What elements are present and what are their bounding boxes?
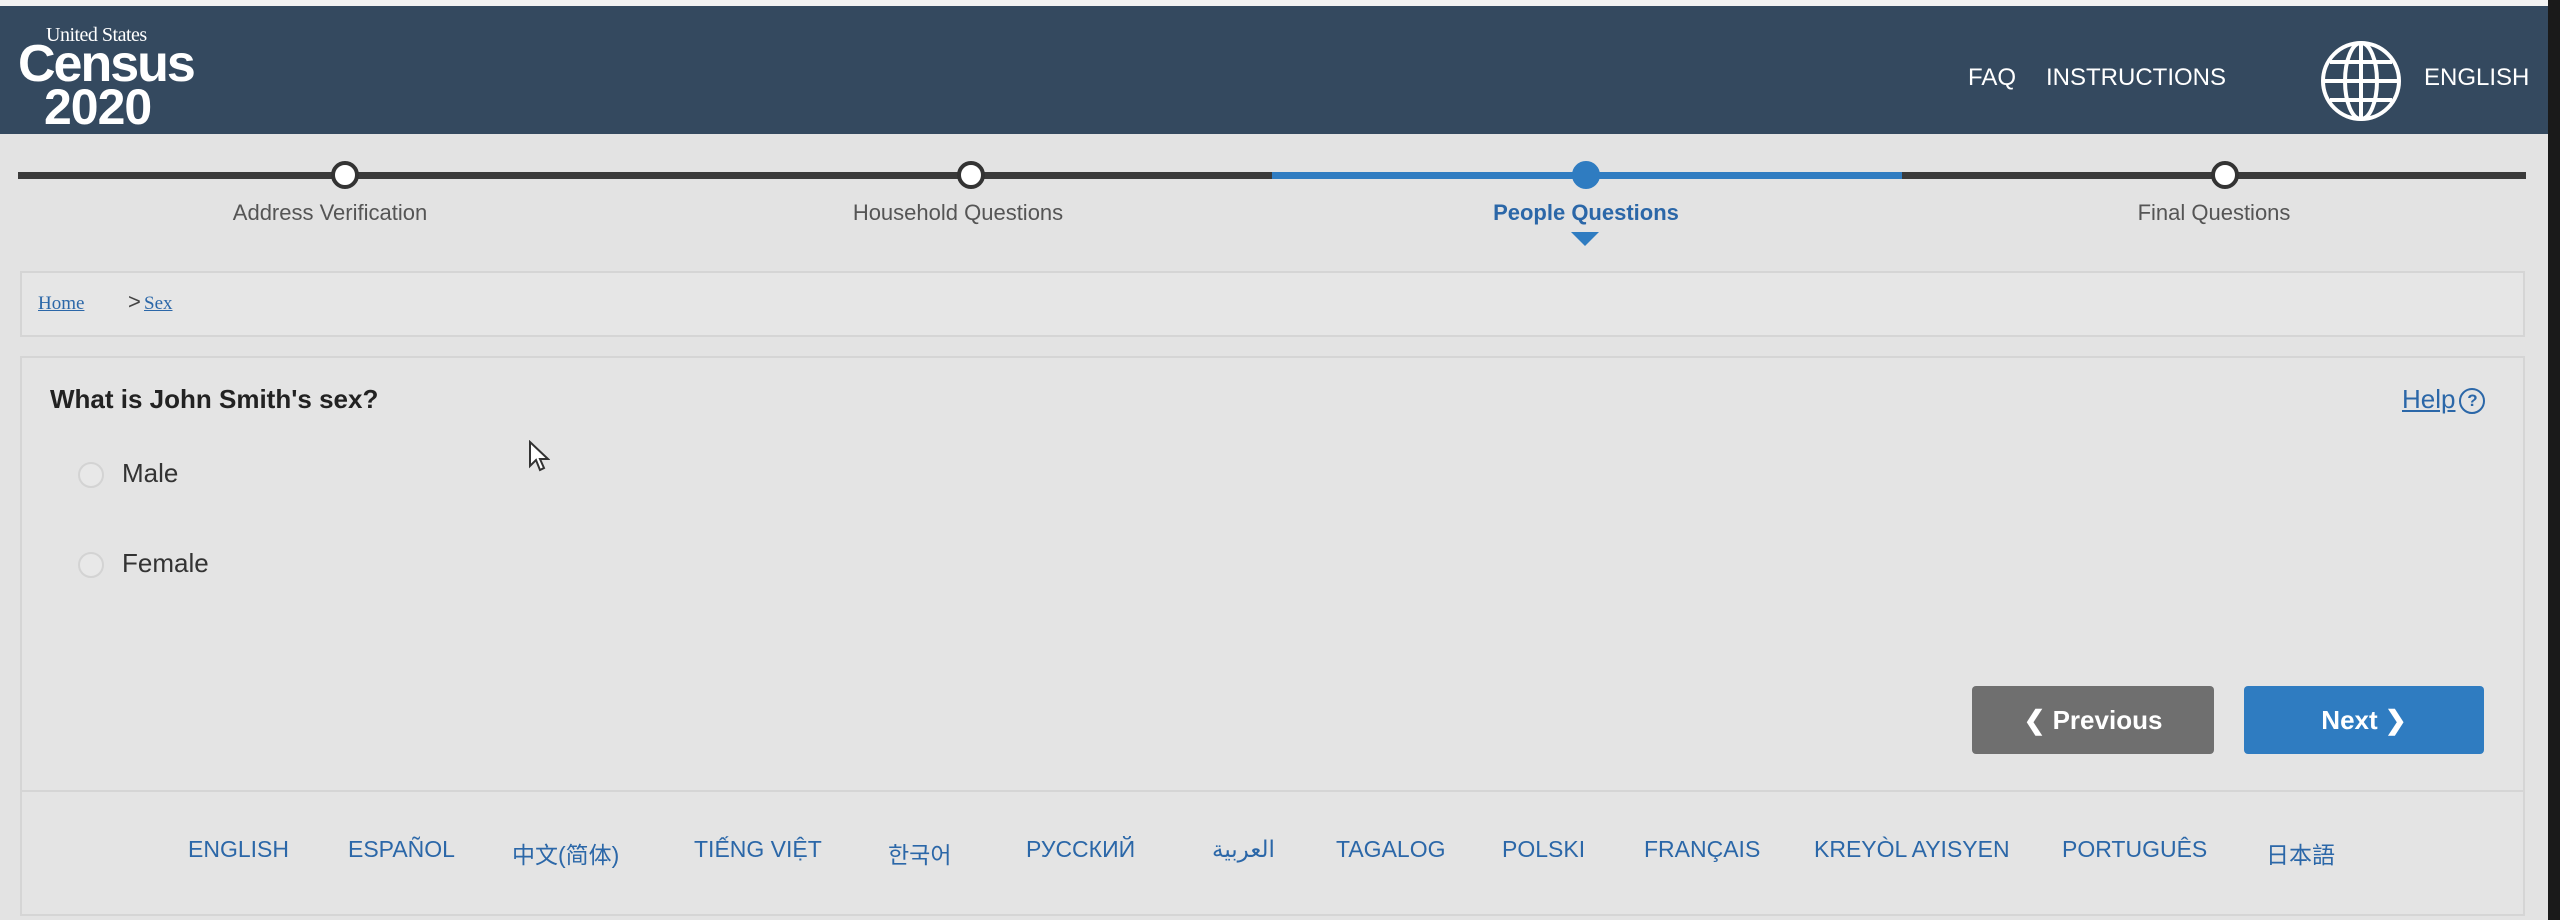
breadcrumb-current-link[interactable]: Sex (144, 293, 173, 314)
help-question-icon: ? (2459, 388, 2486, 414)
next-label: Next (2321, 704, 2378, 735)
language-link[interactable]: 中文(简体) (512, 836, 619, 870)
help-link[interactable]: Help? (2402, 384, 2486, 415)
radio-male[interactable] (78, 462, 104, 489)
option-female-label: Female (122, 548, 209, 578)
next-button[interactable]: Next ❯ (2244, 686, 2484, 754)
footer-divider (22, 790, 2523, 792)
language-list: ENGLISH ESPAÑOL 中文(简体) TIẾNG VIỆT 한국어 РУ… (22, 836, 2523, 876)
help-label: Help (2402, 384, 2456, 414)
language-link[interactable]: РУССКИЙ (1026, 836, 1135, 863)
language-link[interactable]: 한국어 (888, 836, 951, 870)
language-toggle[interactable]: ENGLISH (2424, 64, 2529, 92)
language-link[interactable]: TIẾNG VIỆT (694, 836, 822, 863)
language-link[interactable]: العربية (1212, 836, 1275, 863)
instructions-link[interactable]: INSTRUCTIONS (2046, 64, 2226, 92)
question-title: What is John Smith's sex? (50, 384, 379, 414)
language-link[interactable]: ESPAÑOL (348, 836, 455, 863)
language-link[interactable]: 日本語 (2266, 836, 2335, 870)
option-female[interactable]: Female (78, 548, 209, 579)
previous-label: Previous (2052, 704, 2163, 735)
previous-button[interactable]: ❮ Previous (1972, 686, 2214, 754)
chevron-right-icon: ❯ (2384, 704, 2407, 735)
option-male-label: Male (122, 458, 179, 488)
current-step-caret-icon (1571, 232, 1599, 246)
logo-line-3: 2020 (44, 79, 152, 135)
step-label-address: Address Verification (232, 200, 428, 225)
option-male[interactable]: Male (78, 458, 178, 489)
globe-icon[interactable] (2318, 38, 2404, 124)
language-link[interactable]: POLSKI (1502, 836, 1585, 863)
step-dot-household (957, 161, 985, 189)
question-panel: What is John Smith's sex? Help? Male Fem… (20, 356, 2525, 916)
breadcrumb-home-link[interactable]: Home (38, 293, 84, 314)
step-label-final: Final Questions (2137, 200, 2291, 225)
language-link[interactable]: TAGALOG (1336, 836, 1446, 863)
faq-link[interactable]: FAQ (1968, 64, 2016, 92)
census-logo[interactable]: United States Census 2020 (18, 24, 196, 132)
site-header: United States Census 2020 FAQ INSTRUCTIO… (0, 6, 2548, 134)
language-link[interactable]: KREYÒL AYISYEN (1814, 836, 2010, 863)
step-dot-address (331, 161, 359, 189)
radio-female[interactable] (78, 552, 104, 579)
step-label-people: People Questions (1493, 200, 1679, 225)
breadcrumb-separator: > (128, 289, 141, 314)
mouse-cursor-icon (529, 440, 550, 472)
breadcrumb: Home > Sex (20, 271, 2525, 337)
language-link[interactable]: ENGLISH (188, 836, 289, 863)
language-link[interactable]: PORTUGUÊS (2062, 836, 2207, 863)
window-edge (2548, 0, 2560, 920)
step-dot-people (1572, 161, 1600, 189)
step-dot-final (2211, 161, 2239, 189)
language-link[interactable]: FRANÇAIS (1644, 836, 1760, 863)
step-label-household: Household Questions (852, 200, 1064, 225)
chevron-left-icon: ❮ (2023, 704, 2046, 735)
